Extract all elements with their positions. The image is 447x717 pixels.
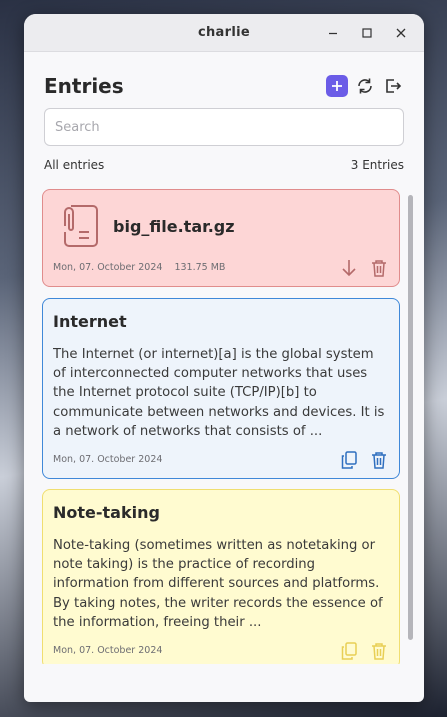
entry-date: Mon, 07. October 2024 — [53, 645, 163, 656]
entry-list: big_file.tar.gz Mon, 07. October 2024 13… — [42, 189, 400, 664]
scrollbar[interactable] — [408, 195, 413, 640]
entry-card-file[interactable]: big_file.tar.gz Mon, 07. October 2024 13… — [42, 189, 400, 287]
logout-button[interactable] — [382, 75, 404, 97]
note-meta: Mon, 07. October 2024 — [53, 645, 171, 656]
note-meta: Mon, 07. October 2024 — [53, 454, 171, 465]
note-actions — [329, 450, 389, 470]
plus-icon — [332, 81, 342, 91]
page-title: Entries — [44, 74, 124, 98]
copy-icon — [341, 642, 357, 660]
minimize-icon — [329, 32, 337, 35]
copy-icon — [341, 451, 357, 469]
list-meta: All entries 3 Entries — [44, 158, 404, 172]
trash-icon — [372, 643, 386, 660]
note-title: Note-taking — [53, 503, 160, 522]
refresh-button[interactable] — [354, 75, 376, 97]
add-entry-button[interactable] — [326, 75, 348, 97]
file-actions — [329, 258, 389, 278]
copy-button[interactable] — [339, 641, 359, 661]
note-preview: Note-taking (sometimes written as noteta… — [53, 538, 383, 630]
logout-icon — [386, 79, 402, 93]
close-icon — [396, 28, 406, 38]
close-button[interactable] — [384, 14, 418, 52]
maximize-button[interactable] — [350, 14, 384, 52]
delete-button[interactable] — [369, 258, 389, 278]
trash-icon — [372, 260, 386, 277]
note-title: Internet — [53, 312, 127, 331]
delete-button[interactable] — [369, 450, 389, 470]
app-window: charlie Entries Search All entries 3 Ent… — [24, 14, 424, 702]
search-input[interactable] — [44, 108, 404, 146]
note-preview: The Internet (or internet)[a] is the glo… — [53, 347, 385, 439]
file-size: 131.75 MB — [174, 262, 226, 273]
download-button[interactable] — [339, 258, 359, 278]
window-controls — [316, 14, 418, 52]
delete-button[interactable] — [369, 641, 389, 661]
refresh-icon — [358, 78, 372, 94]
window-title: charlie — [198, 25, 250, 40]
entry-card-note[interactable]: Note-taking Note-taking (sometimes writt… — [42, 489, 400, 664]
entry-card-note[interactable]: Internet The Internet (or internet)[a] i… — [42, 298, 400, 479]
download-icon — [342, 260, 356, 277]
maximize-icon — [362, 28, 372, 38]
entry-count: 3 Entries — [350, 158, 404, 172]
copy-button[interactable] — [339, 450, 359, 470]
note-actions — [329, 641, 389, 661]
minimize-button[interactable] — [316, 14, 350, 52]
title-bar: charlie — [24, 14, 424, 52]
entry-date: Mon, 07. October 2024 — [53, 262, 163, 273]
entry-date: Mon, 07. October 2024 — [53, 454, 163, 465]
trash-icon — [372, 452, 386, 469]
file-attachment-icon — [64, 205, 98, 247]
entries-header: Entries — [44, 72, 404, 100]
file-meta: Mon, 07. October 2024 131.75 MB — [53, 262, 234, 273]
file-name: big_file.tar.gz — [113, 217, 235, 236]
filter-label[interactable]: All entries — [44, 158, 104, 172]
